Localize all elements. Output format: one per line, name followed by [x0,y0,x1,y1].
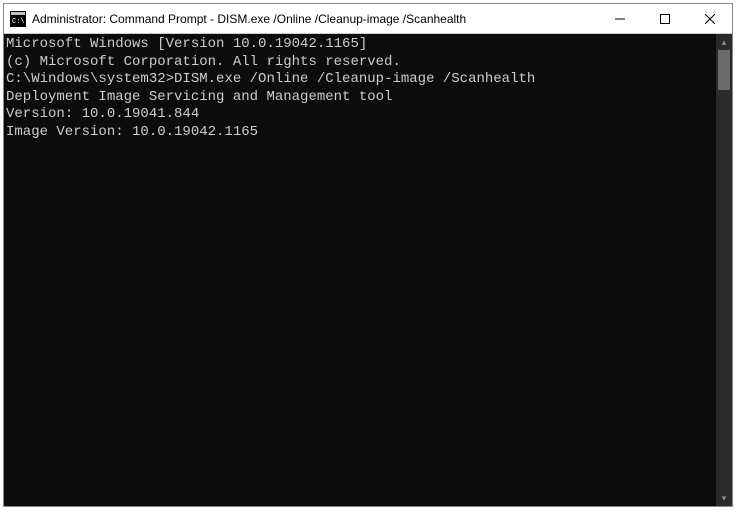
vertical-scrollbar[interactable]: ▴ ▾ [716,34,732,506]
scroll-thumb[interactable] [718,50,730,90]
window-title: Administrator: Command Prompt - DISM.exe… [32,12,597,26]
maximize-button[interactable] [642,4,687,33]
scroll-down-arrow-icon[interactable]: ▾ [716,490,732,506]
console-output[interactable]: Microsoft Windows [Version 10.0.19042.11… [4,34,716,506]
svg-text:C:\: C:\ [12,18,25,26]
output-line: Version: 10.0.19041.844 [6,106,716,124]
window-controls [597,4,732,33]
output-line: Microsoft Windows [Version 10.0.19042.11… [6,36,716,54]
output-line: (c) Microsoft Corporation. All rights re… [6,54,716,72]
titlebar[interactable]: C:\ Administrator: Command Prompt - DISM… [4,4,732,34]
prompt-path: C:\Windows\system32> [6,71,174,87]
close-button[interactable] [687,4,732,33]
cmd-icon: C:\ [10,11,26,27]
output-line: Image Version: 10.0.19042.1165 [6,124,716,142]
command-prompt-window: C:\ Administrator: Command Prompt - DISM… [3,3,733,507]
scroll-up-arrow-icon[interactable]: ▴ [716,34,732,50]
command-text: DISM.exe /Online /Cleanup-image /Scanhea… [174,71,535,87]
output-line: Deployment Image Servicing and Managemen… [6,89,716,107]
prompt-line: C:\Windows\system32>DISM.exe /Online /Cl… [6,71,716,89]
minimize-button[interactable] [597,4,642,33]
console-area: Microsoft Windows [Version 10.0.19042.11… [4,34,732,506]
